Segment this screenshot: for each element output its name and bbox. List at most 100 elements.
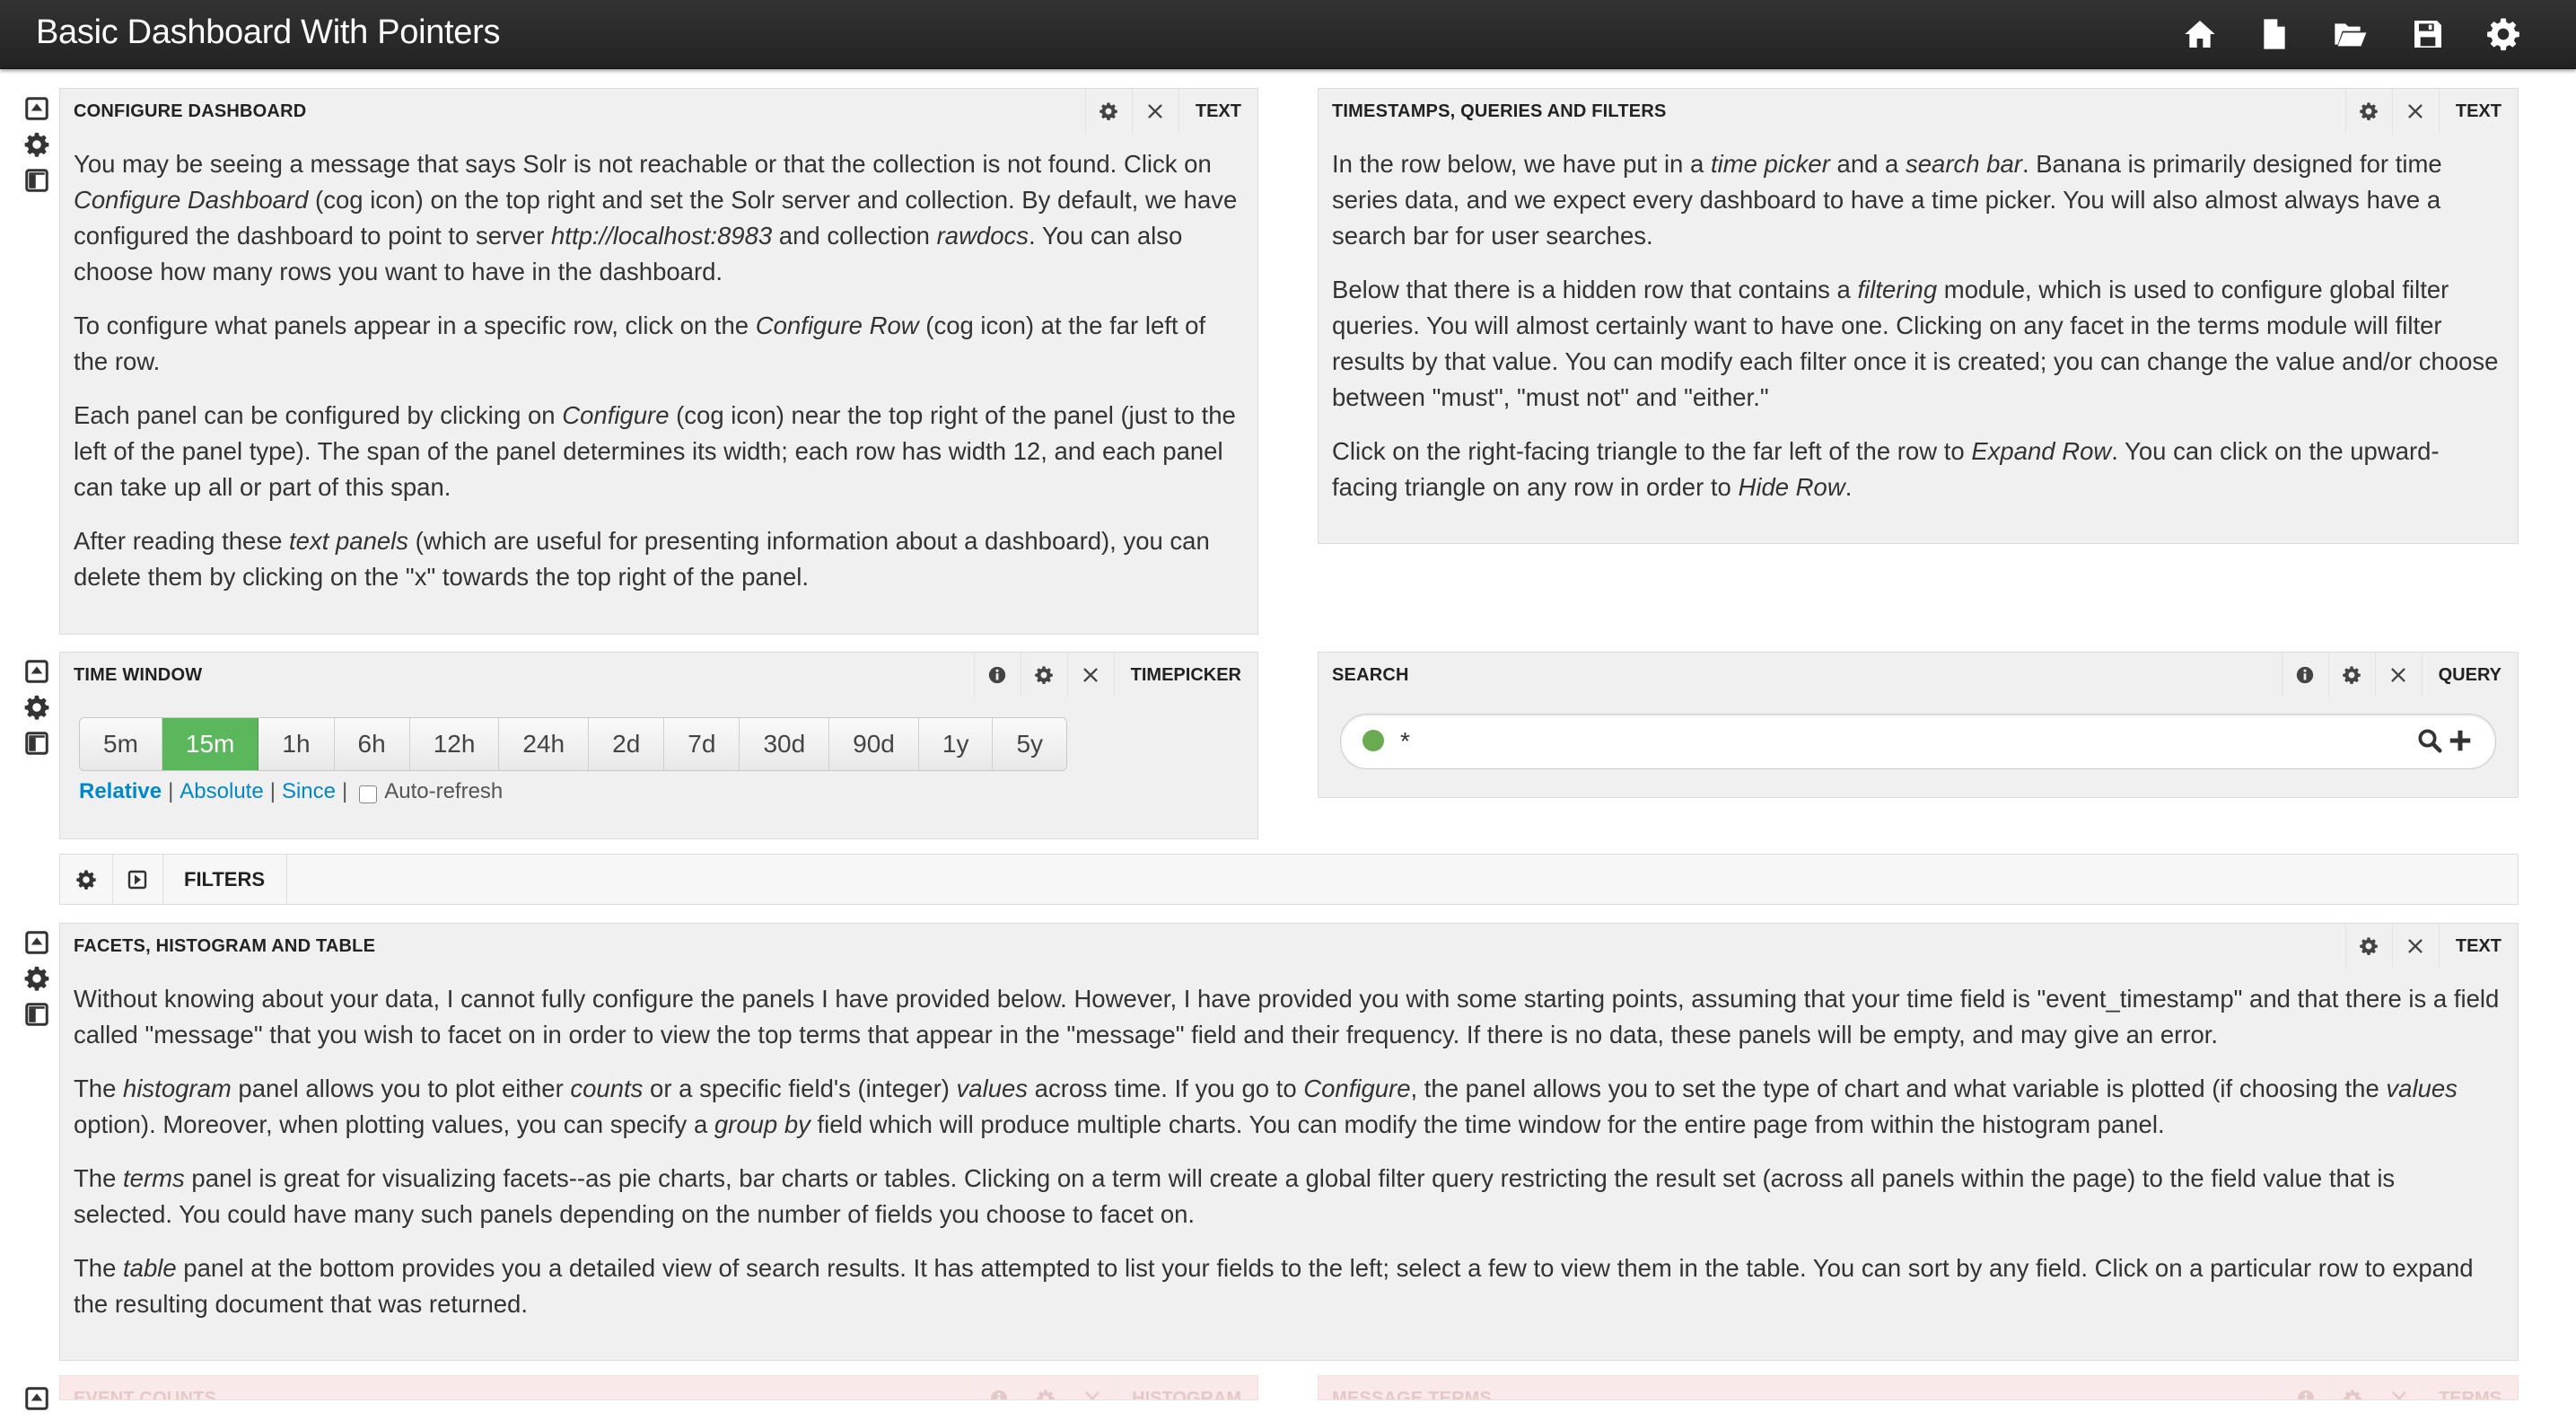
paragraph: After reading these text panels (which a… xyxy=(74,527,1210,591)
time-option-button[interactable]: 30d xyxy=(740,718,830,770)
filters-row-collapsed: FILTERS xyxy=(59,854,2519,905)
new-file-icon[interactable] xyxy=(2256,16,2292,52)
filters-row-label[interactable]: FILTERS xyxy=(162,855,288,904)
close-panel-icon[interactable] xyxy=(2374,653,2422,697)
panel-tools: TIMEPICKER xyxy=(973,653,1257,697)
separator: | xyxy=(341,779,348,803)
close-panel-icon[interactable] xyxy=(1068,1376,1115,1399)
configure-row-icon[interactable] xyxy=(23,965,50,992)
panel-tools: TEXT xyxy=(2344,89,2518,134)
paragraph: To configure what panels appear in a spe… xyxy=(74,311,1206,375)
home-icon[interactable] xyxy=(2182,16,2218,52)
panel-type-label: TEXT xyxy=(2438,924,2518,969)
configure-panel-gear-icon[interactable] xyxy=(1020,653,1067,697)
settings-gear-icon[interactable] xyxy=(2485,16,2521,52)
message-terms-panel: MESSAGE TERMS TERMS xyxy=(1318,1375,2519,1400)
info-icon[interactable] xyxy=(973,653,1021,697)
query-color-dot[interactable] xyxy=(1362,730,1384,751)
panel-title: FACETS, HISTOGRAM AND TABLE xyxy=(74,936,376,956)
paragraph: Without knowing about your data, I canno… xyxy=(74,985,2500,1048)
panel-tools: TEXT xyxy=(2344,924,2518,969)
absolute-mode-link[interactable]: Absolute xyxy=(180,778,263,805)
search-panel: SEARCH QUERY * xyxy=(1318,652,2519,798)
configure-panel-gear-icon[interactable] xyxy=(2327,653,2375,697)
time-option-button[interactable]: 5m xyxy=(80,718,162,770)
panel-header: CONFIGURE DASHBOARD TEXT xyxy=(60,89,1257,134)
configure-row-icon[interactable] xyxy=(60,855,113,904)
auto-refresh-checkbox[interactable] xyxy=(359,785,378,803)
panel-tools: TERMS xyxy=(2282,1376,2518,1399)
time-option-button[interactable]: 90d xyxy=(829,718,919,770)
add-panel-icon[interactable] xyxy=(23,167,50,194)
panel-title: EVENT COUNTS xyxy=(74,1389,217,1400)
event-counts-panel: EVENT COUNTS HISTOGRAM xyxy=(59,1375,1258,1400)
configure-dashboard-panel: CONFIGURE DASHBOARD TEXT You may be seei… xyxy=(59,88,1258,635)
close-panel-icon[interactable] xyxy=(1066,653,1114,697)
time-option-button[interactable]: 1h xyxy=(258,718,335,770)
panel-text: In the row below, we have put in a time … xyxy=(1332,146,2500,523)
configure-row-icon[interactable] xyxy=(23,131,50,158)
add-query-plus-icon[interactable] xyxy=(2447,727,2474,754)
configure-panel-gear-icon[interactable] xyxy=(1084,89,1132,134)
timestamps-queries-filters-panel: TIMESTAMPS, QUERIES AND FILTERS TEXT In … xyxy=(1318,88,2519,544)
paragraph: Click on the right-facing triangle to th… xyxy=(1332,437,2440,501)
info-icon[interactable] xyxy=(975,1376,1021,1399)
time-option-button-selected[interactable]: 15m xyxy=(162,718,259,770)
configure-panel-gear-icon[interactable] xyxy=(2344,89,2392,134)
close-panel-icon[interactable] xyxy=(2391,924,2439,969)
search-input[interactable]: * xyxy=(1340,714,2496,769)
expand-row-icon[interactable] xyxy=(112,855,163,904)
relative-mode-link[interactable]: Relative xyxy=(79,778,162,805)
add-panel-icon[interactable] xyxy=(23,730,50,757)
separator: | xyxy=(168,779,174,803)
configure-panel-gear-icon[interactable] xyxy=(2328,1376,2375,1399)
time-option-button[interactable]: 5y xyxy=(993,718,1067,770)
collapse-row-icon[interactable] xyxy=(23,658,50,685)
panel-header: TIMESTAMPS, QUERIES AND FILTERS TEXT xyxy=(1319,89,2518,134)
panel-title: TIME WINDOW xyxy=(74,665,203,685)
panel-type-label: TEXT xyxy=(1178,89,1257,134)
paragraph: The table panel at the bottom provides y… xyxy=(74,1254,2474,1318)
collapse-row-icon[interactable] xyxy=(23,1385,50,1412)
facets-histogram-table-panel: FACETS, HISTOGRAM AND TABLE TEXT Without… xyxy=(59,923,2519,1361)
separator: | xyxy=(269,779,276,803)
time-option-button[interactable]: 12h xyxy=(409,718,500,770)
search-query-text[interactable]: * xyxy=(1400,725,1410,758)
row-4-controls xyxy=(23,929,54,1037)
panel-header: MESSAGE TERMS TERMS xyxy=(1319,1376,2518,1399)
time-option-button[interactable]: 24h xyxy=(499,718,590,770)
collapse-row-icon[interactable] xyxy=(23,929,50,956)
search-icon[interactable] xyxy=(2416,727,2443,754)
configure-panel-gear-icon[interactable] xyxy=(1021,1376,1068,1399)
panel-tools: TEXT xyxy=(1084,89,1257,134)
time-option-button[interactable]: 2d xyxy=(589,718,665,770)
search-actions xyxy=(2413,727,2474,754)
paragraph: Each panel can be configured by clicking… xyxy=(74,401,1236,501)
since-mode-link[interactable]: Since xyxy=(282,778,336,805)
time-option-button[interactable]: 6h xyxy=(334,718,410,770)
collapse-row-icon[interactable] xyxy=(23,95,50,122)
panel-type-label: TEXT xyxy=(2438,89,2518,134)
configure-row-icon[interactable] xyxy=(23,694,50,721)
auto-refresh-label: Auto-refresh xyxy=(384,779,504,803)
panel-text: You may be seeing a message that says So… xyxy=(74,146,1240,613)
paragraph: The terms panel is great for visualizing… xyxy=(74,1164,2396,1228)
panel-title: CONFIGURE DASHBOARD xyxy=(74,101,307,121)
paragraph: In the row below, we have put in a time … xyxy=(1332,150,2442,250)
panel-type-label: HISTOGRAM xyxy=(1115,1376,1257,1399)
configure-panel-gear-icon[interactable] xyxy=(2344,924,2392,969)
save-icon[interactable] xyxy=(2410,16,2446,52)
open-folder-icon[interactable] xyxy=(2332,16,2368,52)
time-option-button[interactable]: 1y xyxy=(918,718,994,770)
time-option-button[interactable]: 7d xyxy=(664,718,740,770)
close-panel-icon[interactable] xyxy=(2391,89,2439,134)
add-panel-icon[interactable] xyxy=(23,1001,50,1028)
info-icon[interactable] xyxy=(2282,1376,2328,1399)
close-panel-icon[interactable] xyxy=(2375,1376,2422,1399)
close-panel-icon[interactable] xyxy=(1131,89,1178,134)
panel-header: FACETS, HISTOGRAM AND TABLE TEXT xyxy=(60,924,2518,969)
paragraph: You may be seeing a message that says So… xyxy=(74,150,1238,285)
panel-title: TIMESTAMPS, QUERIES AND FILTERS xyxy=(1332,101,1667,121)
panel-tools: HISTOGRAM xyxy=(975,1376,1257,1399)
info-icon[interactable] xyxy=(2281,653,2328,697)
